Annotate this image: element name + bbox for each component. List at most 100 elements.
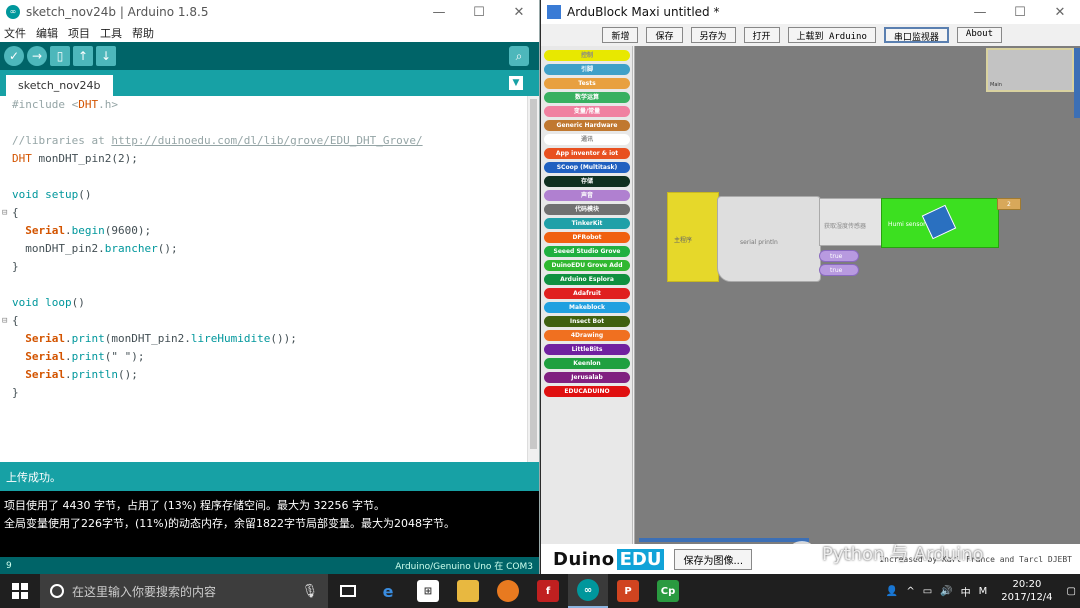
code-editor[interactable]: #include <DHT.h> //libraries at http://d… [0, 96, 539, 462]
console-line: 项目使用了 4430 字节，占用了 (13%) 程序存储空间。最大为 32256… [4, 499, 385, 512]
palette-item[interactable]: LittleBits [544, 344, 630, 355]
verify-button[interactable]: ✓ [4, 46, 24, 66]
console-output: 项目使用了 4430 字节，占用了 (13%) 程序存储空间。最大为 32256… [0, 491, 539, 557]
fritzing-icon[interactable]: f [528, 574, 568, 608]
code-line: Serial.println(); [25, 368, 138, 381]
file-explorer-icon[interactable] [448, 574, 488, 608]
windows-start-icon[interactable] [0, 583, 40, 599]
true-block[interactable]: true [819, 250, 859, 262]
palette-item[interactable]: DFRobot [544, 232, 630, 243]
editor-scrollbar[interactable] [527, 96, 539, 462]
tab-menu-icon[interactable]: ▼ [509, 76, 523, 90]
loop-block-label: 主程序 [674, 237, 693, 244]
code-line: Serial.print(monDHT_pin2.lireHumidite())… [25, 332, 297, 345]
microphone-icon[interactable]: 🎙 [301, 584, 318, 599]
palette-item[interactable]: Makeblock [544, 302, 630, 313]
palette-item[interactable]: Jerusalab [544, 372, 630, 383]
serial-monitor-icon[interactable]: ⌕ [509, 46, 529, 66]
user-icon[interactable]: 👤 [886, 586, 898, 597]
palette-item[interactable]: 引脚 [544, 64, 630, 75]
tab-sketch[interactable]: sketch_nov24b [6, 75, 113, 96]
minimize-icon[interactable]: — [419, 5, 459, 20]
code-line: void loop() [12, 296, 85, 309]
camtasia-icon[interactable]: Cp [648, 574, 688, 608]
humi-sensor-block[interactable]: Humi sensor [881, 198, 999, 248]
palette-item[interactable]: 变量/常量 [544, 106, 630, 117]
true-label: true [830, 253, 843, 260]
palette-item[interactable]: 控制 [544, 50, 630, 61]
pin-value-block[interactable]: 2 [997, 198, 1021, 210]
duinoedu-logo: Duino [553, 548, 615, 570]
maximize-icon[interactable]: ☐ [459, 5, 499, 20]
palette-item[interactable]: Keenlon [544, 358, 630, 369]
minimap[interactable]: Main [986, 48, 1074, 92]
ime-mode[interactable]: M [979, 586, 988, 597]
minimap-label: Main [990, 82, 1002, 88]
input-lang[interactable]: 中 [961, 584, 971, 599]
palette-item[interactable]: 数学运算 [544, 92, 630, 103]
task-view-icon[interactable] [328, 574, 368, 608]
up-arrow-icon[interactable]: ^ [906, 586, 914, 597]
palette-item[interactable]: DuinoEDU Grove Add [544, 260, 630, 271]
loop-block[interactable]: 主程序 [667, 192, 719, 282]
new-button[interactable]: ▯ [50, 46, 70, 66]
close-icon[interactable]: ✕ [499, 5, 539, 20]
new-button[interactable]: 新增 [602, 27, 639, 43]
menu-sketch[interactable]: 项目 [68, 25, 90, 41]
save-button[interactable]: ↓ [96, 46, 116, 66]
watermark: Python 与 Arduino [788, 540, 984, 566]
menu-help[interactable]: 帮助 [132, 25, 154, 41]
open-button[interactable]: ↑ [73, 46, 93, 66]
humidity-label: 获取湿度传感器 [824, 223, 867, 230]
close-icon[interactable]: ✕ [1040, 5, 1080, 20]
upload-button[interactable]: → [27, 46, 47, 66]
menu-file[interactable]: 文件 [4, 25, 26, 41]
humidity-block[interactable]: 获取湿度传感器 [819, 198, 883, 246]
code-line: monDHT_pin2.brancher(); [12, 242, 178, 255]
save-button[interactable]: 保存 [646, 27, 683, 43]
open-button[interactable]: 打开 [743, 27, 780, 43]
edge-icon[interactable]: e [368, 574, 408, 608]
arduino-taskbar-icon[interactable]: ∞ [568, 574, 608, 608]
network-icon[interactable]: ▭ [923, 586, 932, 597]
palette-item[interactable]: App inventor & iot [544, 148, 630, 159]
save-as-button[interactable]: 另存为 [690, 27, 736, 43]
clock[interactable]: 20:20 2017/12/4 [1001, 578, 1052, 604]
about-button[interactable]: About [956, 27, 1002, 43]
powerpoint-icon[interactable]: P [608, 574, 648, 608]
palette-item[interactable]: TinkerKit [544, 218, 630, 229]
palette-item[interactable]: 通讯 [544, 134, 630, 145]
firefox-icon[interactable] [488, 574, 528, 608]
maximize-icon[interactable]: ☐ [1000, 5, 1040, 20]
true-block[interactable]: true [819, 264, 859, 276]
save-as-image-button[interactable]: 保存为图像... [674, 548, 753, 570]
palette-item[interactable]: EDUCADUINO [544, 386, 630, 397]
volume-icon[interactable]: 🔊 [940, 586, 952, 597]
minimize-icon[interactable]: — [960, 5, 1000, 20]
palette-item[interactable]: 存储 [544, 176, 630, 187]
ardublock-window-title: ArduBlock Maxi untitled * [567, 5, 720, 19]
palette-item[interactable]: Arduino Esplora [544, 274, 630, 285]
notification-icon[interactable]: ▢ [1067, 586, 1076, 597]
palette-item[interactable]: Adafruit [544, 288, 630, 299]
palette-item[interactable]: SCoop (Multitask) [544, 162, 630, 173]
canvas-hscroll[interactable] [639, 538, 809, 542]
canvas-vscroll[interactable] [1074, 48, 1080, 118]
palette-item[interactable]: 声音 [544, 190, 630, 201]
serial-monitor-button[interactable]: 串口监视器 [883, 27, 949, 43]
palette-item[interactable]: 4Drawing [544, 330, 630, 341]
taskbar-search[interactable]: 在这里输入你要搜索的内容 🎙 [40, 574, 328, 608]
menu-edit[interactable]: 编辑 [36, 25, 58, 41]
upload-to-arduino-button[interactable]: 上载到 Arduino [787, 27, 876, 43]
store-icon[interactable]: ⊞ [408, 574, 448, 608]
serial-println-block[interactable]: serial println [717, 196, 821, 282]
palette-item[interactable]: Tests [544, 78, 630, 89]
search-placeholder: 在这里输入你要搜索的内容 [72, 584, 217, 599]
palette-item[interactable]: 代码模块 [544, 204, 630, 215]
palette-item[interactable]: Insect Bot [544, 316, 630, 327]
code-line: } [12, 386, 19, 399]
palette-item[interactable]: Seeed Studio Grove [544, 246, 630, 257]
palette-item[interactable]: Generic Hardware [544, 120, 630, 131]
menu-tools[interactable]: 工具 [100, 25, 122, 41]
block-canvas[interactable]: Main 主程序 serial println 获取湿度传感器 Humi sen… [634, 46, 1080, 544]
